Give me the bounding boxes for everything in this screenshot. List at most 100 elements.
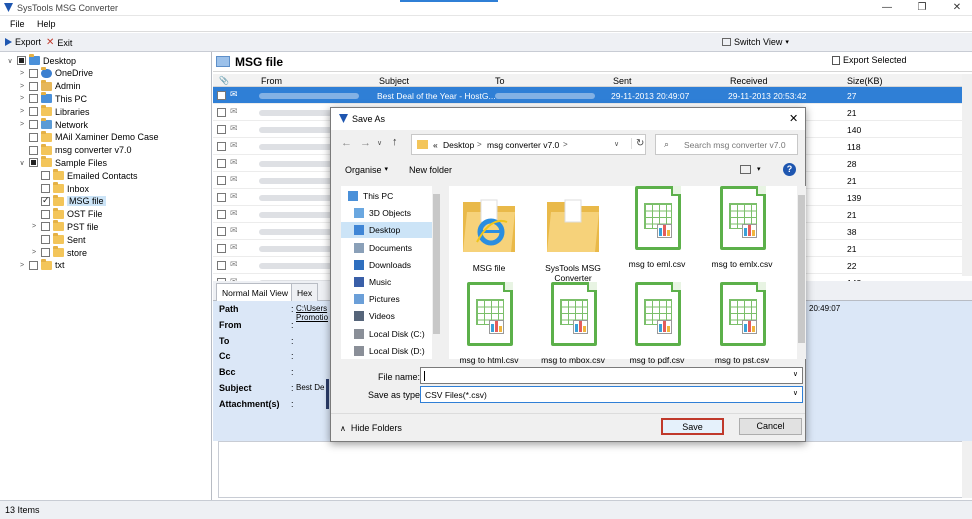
tree-item[interactable]: msg converter v7.0 [18,143,132,157]
tree-item[interactable]: Emailed Contacts [30,169,138,182]
col-size[interactable]: Size(KB) [847,76,883,86]
refresh-icon[interactable]: ↻ [631,138,644,149]
expander-icon[interactable]: > [18,262,26,269]
tree-item[interactable]: MSG file [30,194,106,208]
exit-button[interactable]: ✕ Exit [46,37,72,48]
nav-item[interactable]: Downloads [341,257,441,273]
menu-help[interactable]: Help [37,19,56,29]
file-item[interactable]: msg to mbox.csv [537,282,609,372]
tree-checkbox[interactable] [29,260,38,270]
export-button[interactable]: Export [5,37,41,47]
tree-item[interactable]: ∨ Sample Files [18,156,107,169]
nav-item[interactable]: Pictures [341,291,441,307]
tree-item[interactable]: > Libraries [18,105,90,118]
forward-arrow-icon[interactable]: → [360,137,371,149]
nav-item[interactable]: Local Disk (D:) [341,343,441,359]
expander-icon[interactable]: > [18,121,26,128]
chevron-down-icon[interactable]: ∨ [793,370,798,378]
table-row[interactable]: ✉ Best Deal of the Year - HostG... 29-11-2… [213,87,965,104]
expander-icon[interactable]: ∨ [6,57,14,65]
expander-icon[interactable]: > [18,70,26,77]
tree-item[interactable]: > txt [18,258,65,272]
file-item[interactable]: msg to pst.csv [706,282,778,372]
col-received[interactable]: Received [730,76,768,86]
list-scrollbar[interactable] [962,74,972,276]
file-item[interactable]: msg to emlx.csv [706,186,778,276]
file-item[interactable]: msg to pdf.csv [621,282,693,372]
preview-scrollbar[interactable] [962,441,972,498]
row-checkbox[interactable] [217,210,226,219]
tree-checkbox[interactable] [29,81,38,91]
row-checkbox[interactable] [217,108,226,117]
row-checkbox[interactable] [217,125,226,134]
restore-button[interactable]: ❐ [915,2,929,14]
search-input[interactable]: Search msg converter v7.0 [684,140,786,150]
dialog-close-button[interactable]: ✕ [789,112,798,125]
address-bar[interactable]: « Desktop > msg converter v7.0 > ∨ ↻ [411,134,646,155]
view-options-icon[interactable] [740,165,751,174]
chevron-down-icon[interactable]: ∨ [793,389,798,397]
tree-checkbox[interactable] [41,248,50,257]
tab-normal-mail-view[interactable]: Normal Mail View [216,283,294,301]
file-item[interactable]: MSG file [453,190,525,280]
save-type-select[interactable]: CSV Files(*.csv) ∨ [420,386,803,403]
nav-item[interactable]: 3D Objects [341,205,441,221]
expander-icon[interactable]: > [18,108,26,115]
tree-checkbox[interactable] [41,184,50,193]
col-to[interactable]: To [495,76,505,86]
tree-item[interactable]: Sent [30,233,86,246]
tree-item[interactable]: > store [30,246,87,259]
tree-checkbox[interactable] [29,107,38,117]
tree-checkbox[interactable] [41,209,50,219]
tree-checkbox[interactable] [29,145,38,155]
expander-icon[interactable]: ∨ [18,159,26,167]
expander-icon[interactable]: > [30,249,38,256]
tree-item[interactable]: > This PC [18,92,87,105]
file-name-input[interactable]: ∨ [420,367,803,384]
tree-item[interactable]: ∨ Desktop [6,54,76,67]
new-folder-button[interactable]: New folder [409,165,452,175]
row-checkbox[interactable] [217,261,226,270]
row-checkbox[interactable] [217,91,226,100]
cancel-button[interactable]: Cancel [739,418,802,435]
tree-checkbox[interactable] [41,222,50,232]
col-subject[interactable]: Subject [379,76,409,86]
tree-checkbox[interactable] [29,158,38,168]
row-checkbox[interactable] [217,227,226,236]
search-box[interactable]: ⌕ Search msg converter v7.0 [655,134,798,155]
tree-checkbox[interactable] [29,132,38,142]
tab-hex[interactable]: Hex [291,283,319,301]
row-checkbox[interactable] [217,159,226,168]
menu-file[interactable]: File [10,19,25,29]
nav-item[interactable]: Desktop [341,222,441,239]
organise-button[interactable]: Organise ▾ [345,165,388,175]
row-checkbox[interactable] [217,142,226,151]
close-button[interactable]: ✕ [950,2,964,14]
tree-checkbox[interactable] [41,195,50,206]
tree-checkbox[interactable] [29,68,38,78]
breadcrumb-folder[interactable]: msg converter v7.0 [487,140,559,150]
export-selected-button[interactable]: Export Selected [832,55,907,65]
tree-item[interactable]: > Admin [18,79,81,93]
row-checkbox[interactable] [217,193,226,202]
path-value-2[interactable]: Promotio [296,313,328,322]
switch-view-button[interactable]: Switch View ▾ [722,37,789,47]
expander-icon[interactable]: > [18,83,26,90]
files-scroll-thumb[interactable] [798,195,805,343]
tree-checkbox[interactable] [29,94,38,104]
row-checkbox[interactable] [217,244,226,253]
expander-icon[interactable]: > [18,95,26,102]
col-from[interactable]: From [261,76,282,86]
nav-item[interactable]: Videos [341,308,441,324]
tree-item[interactable]: OST File [30,207,102,221]
file-item[interactable]: SysTools MSG Converter [537,190,609,283]
tree-checkbox[interactable] [41,235,50,245]
nav-scrollbar[interactable] [432,186,441,359]
tree-item[interactable]: MAil Xaminer Demo Case [18,130,159,144]
path-value[interactable]: C:\Users [296,304,327,313]
save-button[interactable]: Save [661,418,724,435]
file-item[interactable]: msg to html.csv [453,282,525,372]
chevron-down-icon[interactable]: ∨ [614,140,619,148]
col-sent[interactable]: Sent [613,76,632,86]
tree-item[interactable]: > OneDrive [18,66,93,80]
